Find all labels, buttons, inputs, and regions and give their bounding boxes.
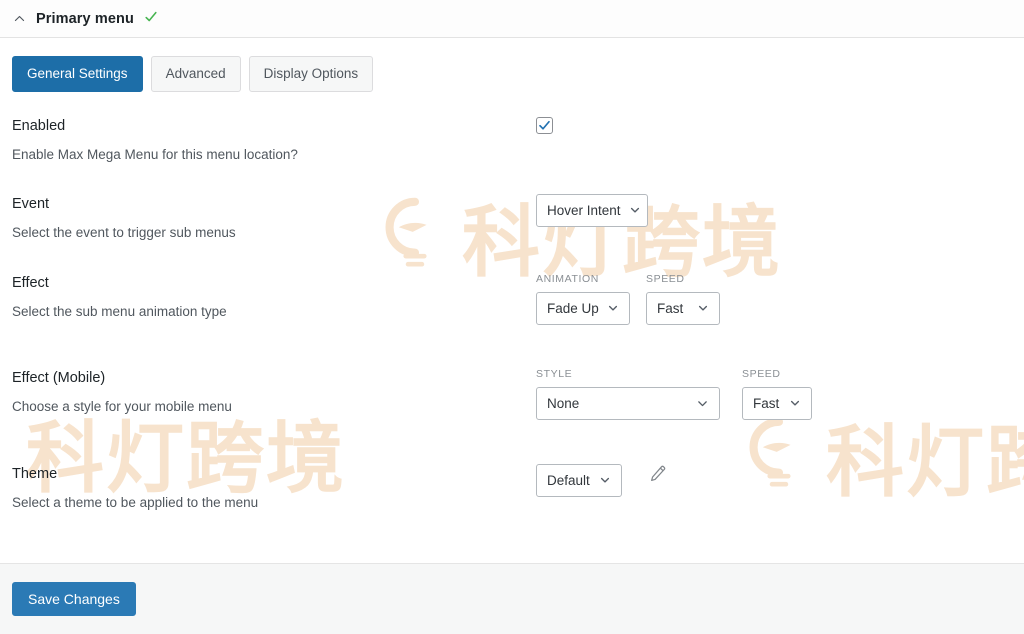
effect-animation-select[interactable]: Fade Up	[536, 292, 630, 325]
pencil-icon	[648, 464, 667, 486]
setting-title: Event	[12, 196, 536, 213]
check-icon	[144, 10, 158, 27]
theme-select-value: Default	[547, 473, 590, 488]
theme-select[interactable]: Default	[536, 464, 622, 497]
mobile-style-field: STYLE None	[536, 368, 720, 420]
chevron-down-icon	[789, 397, 801, 409]
setting-labels: Enabled Enable Max Mega Menu for this me…	[12, 116, 536, 164]
chevron-down-icon	[697, 302, 709, 314]
tab-display-options[interactable]: Display Options	[249, 56, 374, 92]
effect-animation-value: Fade Up	[547, 301, 599, 316]
setting-row-theme: Theme Select a theme to be applied to th…	[12, 464, 1012, 534]
chevron-up-icon[interactable]	[12, 12, 26, 26]
setting-row-effect-mobile: Effect (Mobile) Choose a style for your …	[12, 368, 1012, 464]
save-changes-button[interactable]: Save Changes	[12, 582, 136, 616]
effect-animation-field: ANIMATION Fade Up	[536, 273, 630, 325]
chevron-down-icon	[599, 474, 611, 486]
setting-controls: Hover Intent	[536, 194, 1012, 227]
chevron-down-icon	[696, 397, 709, 410]
setting-row-effect: Effect Select the sub menu animation typ…	[12, 273, 1012, 368]
setting-controls: STYLE None SPEED Fast	[536, 368, 1012, 420]
mobile-style-value: None	[547, 396, 579, 411]
setting-description: Select the sub menu animation type	[12, 304, 536, 320]
panel-header: Primary menu	[0, 0, 1024, 38]
setting-controls	[536, 116, 1012, 134]
effect-animation-label: ANIMATION	[536, 273, 630, 285]
setting-description: Choose a style for your mobile menu	[12, 399, 536, 415]
mobile-style-select[interactable]: None	[536, 387, 720, 420]
setting-row-event: Event Select the event to trigger sub me…	[12, 194, 1012, 273]
setting-description: Select a theme to be applied to the menu	[12, 495, 536, 511]
checkmark-icon	[538, 119, 551, 132]
setting-title: Theme	[12, 466, 536, 483]
setting-description: Select the event to trigger sub menus	[12, 225, 536, 241]
event-select-value: Hover Intent	[547, 203, 621, 218]
chevron-down-icon	[629, 204, 641, 216]
mobile-speed-label: SPEED	[742, 368, 812, 380]
setting-title: Effect (Mobile)	[12, 370, 536, 387]
effect-speed-select[interactable]: Fast	[646, 292, 720, 325]
setting-controls: ANIMATION Fade Up SPEED Fast	[536, 273, 1012, 325]
tab-general-settings[interactable]: General Settings	[12, 56, 143, 92]
page-title: Primary menu	[36, 11, 134, 27]
setting-title: Effect	[12, 275, 536, 292]
effect-speed-label: SPEED	[646, 273, 720, 285]
effect-speed-value: Fast	[657, 301, 683, 316]
mobile-speed-value: Fast	[753, 396, 779, 411]
tab-advanced[interactable]: Advanced	[151, 56, 241, 92]
setting-labels: Theme Select a theme to be applied to th…	[12, 464, 536, 512]
setting-labels: Effect Select the sub menu animation typ…	[12, 273, 536, 321]
mobile-speed-field: SPEED Fast	[742, 368, 812, 420]
chevron-down-icon	[607, 302, 619, 314]
setting-controls: Default	[536, 464, 1012, 497]
tab-bar: General Settings Advanced Display Option…	[0, 38, 1024, 108]
setting-labels: Effect (Mobile) Choose a style for your …	[12, 368, 536, 416]
setting-row-enabled: Enabled Enable Max Mega Menu for this me…	[12, 116, 1012, 194]
mobile-style-label: STYLE	[536, 368, 720, 380]
footer-bar: Save Changes	[0, 563, 1024, 634]
enabled-checkbox[interactable]	[536, 117, 553, 134]
settings-list: Enabled Enable Max Mega Menu for this me…	[0, 108, 1024, 534]
setting-description: Enable Max Mega Menu for this menu locat…	[12, 147, 536, 163]
setting-title: Enabled	[12, 118, 536, 135]
setting-labels: Event Select the event to trigger sub me…	[12, 194, 536, 242]
edit-theme-button[interactable]	[648, 464, 667, 486]
effect-speed-field: SPEED Fast	[646, 273, 720, 325]
event-select[interactable]: Hover Intent	[536, 194, 648, 227]
mobile-speed-select[interactable]: Fast	[742, 387, 812, 420]
